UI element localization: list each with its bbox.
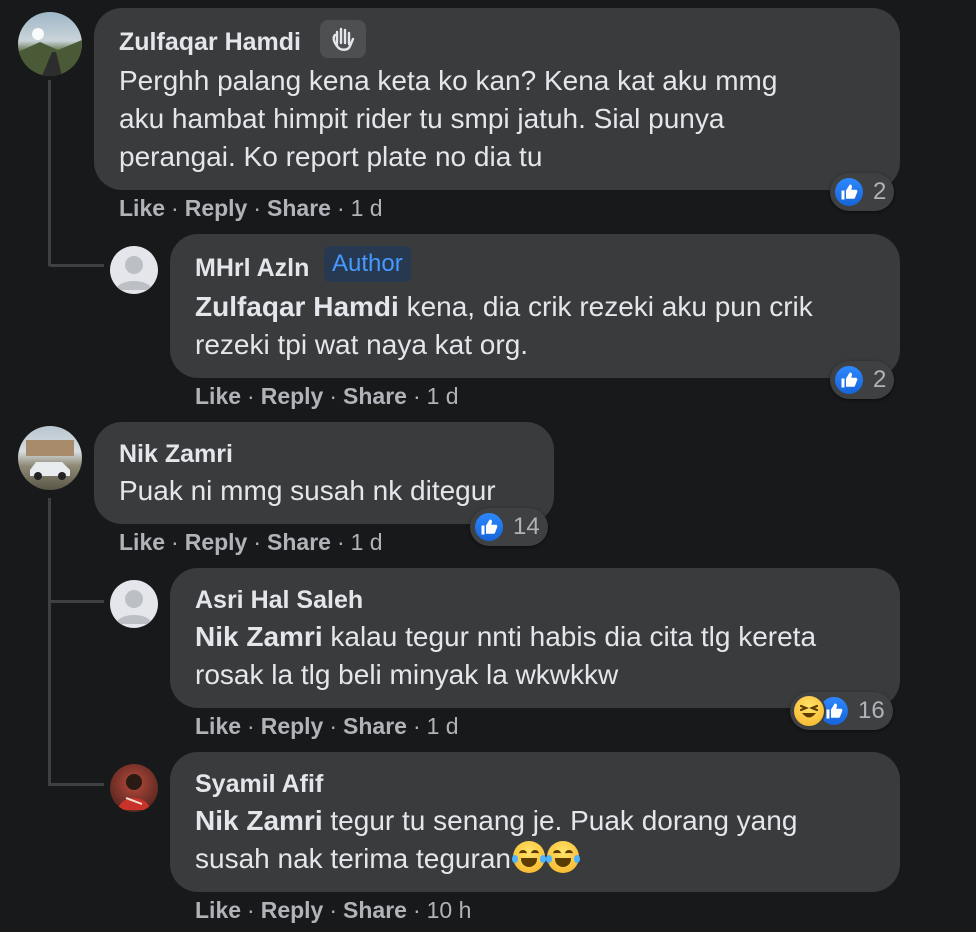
like-button[interactable]: Like: [119, 529, 165, 555]
reaction-summary[interactable]: 14: [470, 508, 548, 546]
share-button[interactable]: Share: [267, 195, 331, 221]
comment-line: tegur tu senang je. Puak dorang yang: [322, 805, 798, 836]
like-button[interactable]: Like: [195, 383, 241, 409]
separator: ·: [253, 529, 262, 555]
thread-line: [48, 80, 51, 266]
thread-line: [48, 600, 104, 603]
comment-line: rosak la tlg beli minyak la wkwkkw: [195, 659, 619, 690]
avatar[interactable]: [110, 764, 158, 812]
timestamp[interactable]: 10 h: [427, 897, 472, 923]
reaction-count: 14: [513, 513, 540, 540]
separator: ·: [247, 383, 255, 409]
author-name[interactable]: Syamil Afif: [195, 770, 323, 799]
reaction-count: 16: [858, 697, 885, 724]
tears-of-joy-icon: [545, 841, 580, 873]
comment-line: perangai. Ko report plate no dia tu: [119, 141, 543, 172]
like-button[interactable]: Like: [119, 195, 165, 221]
mention-link[interactable]: Nik Zamri: [195, 805, 323, 836]
separator: ·: [247, 897, 255, 923]
comment-line: kalau tegur nnti habis dia cita tlg kere…: [322, 621, 817, 652]
author-name[interactable]: Nik Zamri: [119, 440, 233, 469]
mention-link[interactable]: Zulfaqar Hamdi: [195, 291, 399, 322]
avatar[interactable]: [110, 580, 158, 628]
separator: ·: [329, 897, 338, 923]
default-user-icon: [116, 256, 152, 290]
author-name[interactable]: MHrl Azln: [195, 254, 309, 283]
avatar[interactable]: [18, 12, 82, 76]
reaction-summary[interactable]: 16: [790, 692, 893, 730]
tears-of-joy-icon: [511, 841, 546, 873]
landscape-photo-icon: [18, 28, 82, 76]
comment-line: susah nak terima teguran: [195, 843, 511, 874]
reply-button[interactable]: Reply: [261, 897, 324, 923]
reply-button[interactable]: Reply: [185, 195, 248, 221]
laughing-face-icon: [792, 694, 826, 728]
comment-bubble: Zulfaqar Hamdi Perghh palang kena keta k…: [94, 8, 900, 190]
thread-line: [48, 498, 51, 784]
avatar[interactable]: [110, 246, 158, 294]
comment-text: Perghh palang kena keta ko kan? Kena kat…: [119, 62, 777, 176]
comment-text: Zulfaqar Hamdi kena, dia crik rezeki aku…: [195, 288, 813, 364]
share-button[interactable]: Share: [343, 383, 407, 409]
separator: ·: [329, 383, 338, 409]
comment-line: Perghh palang kena keta ko kan? Kena kat…: [119, 65, 778, 96]
like-button[interactable]: Like: [195, 897, 241, 923]
separator: ·: [253, 195, 262, 221]
author-name[interactable]: Asri Hal Saleh: [195, 586, 363, 615]
comment-text: Puak ni mmg susah nk ditegur: [119, 472, 496, 510]
reply-button[interactable]: Reply: [185, 529, 248, 555]
separator: ·: [336, 195, 345, 221]
timestamp[interactable]: 1 d: [351, 195, 383, 221]
comment-actions: Like · Reply · Share · 1 d: [119, 529, 383, 556]
profile-photo-icon: [118, 774, 150, 810]
comment-bubble: MHrl Azln Author Zulfaqar Hamdi kena, di…: [170, 234, 900, 378]
comment-actions: Like · Reply · Share · 1 d: [119, 195, 383, 222]
share-button[interactable]: Share: [343, 713, 407, 739]
thumbs-up-icon: [833, 176, 865, 208]
comment-bubble: Syamil Afif Nik Zamri tegur tu senang je…: [170, 752, 900, 892]
separator: ·: [412, 713, 421, 739]
reaction-count: 2: [873, 178, 887, 205]
comment-line: Puak ni mmg susah nk ditegur: [119, 475, 496, 506]
default-user-icon: [116, 590, 152, 624]
author-badge: Author: [324, 246, 411, 282]
comment-line: rezeki tpi wat naya kat org.: [195, 329, 529, 360]
thumbs-up-icon: [833, 364, 865, 396]
comment-actions: Like · Reply · Share · 1 d: [195, 713, 459, 740]
thread-line: [48, 264, 104, 267]
comment-actions: Like · Reply · Share · 1 d: [195, 383, 459, 410]
comment-line: kena, dia crik rezeki aku pun crik: [398, 291, 813, 322]
comment-text: Nik Zamri tegur tu senang je. Puak doran…: [195, 802, 797, 878]
separator: ·: [171, 195, 179, 221]
thread-line: [48, 783, 104, 786]
comment-text: Nik Zamri kalau tegur nnti habis dia cit…: [195, 618, 816, 694]
timestamp[interactable]: 1 d: [427, 713, 459, 739]
comment-line: aku hambat himpit rider tu smpi jatuh. S…: [119, 103, 725, 134]
author-name[interactable]: Zulfaqar Hamdi: [119, 28, 301, 57]
comment-bubble: Asri Hal Saleh Nik Zamri kalau tegur nnt…: [170, 568, 900, 708]
reply-button[interactable]: Reply: [261, 713, 324, 739]
timestamp[interactable]: 1 d: [351, 529, 383, 555]
like-button[interactable]: Like: [195, 713, 241, 739]
comment-actions: Like · Reply · Share · 10 h: [195, 897, 471, 924]
fan-badge[interactable]: [320, 20, 366, 58]
separator: ·: [329, 713, 338, 739]
reply-button[interactable]: Reply: [261, 383, 324, 409]
separator: ·: [247, 713, 255, 739]
separator: ·: [171, 529, 179, 555]
separator: ·: [412, 383, 421, 409]
separator: ·: [412, 897, 421, 923]
separator: ·: [336, 529, 345, 555]
mention-link[interactable]: Nik Zamri: [195, 621, 323, 652]
avatar[interactable]: [18, 426, 82, 490]
car-photo-icon: [26, 440, 74, 480]
share-button[interactable]: Share: [267, 529, 331, 555]
thumbs-up-icon: [473, 511, 505, 543]
waving-hand-icon: [332, 27, 355, 51]
share-button[interactable]: Share: [343, 897, 407, 923]
reaction-count: 2: [873, 366, 887, 393]
reaction-summary[interactable]: 2: [830, 361, 895, 399]
reaction-summary[interactable]: 2: [830, 173, 895, 211]
timestamp[interactable]: 1 d: [427, 383, 459, 409]
